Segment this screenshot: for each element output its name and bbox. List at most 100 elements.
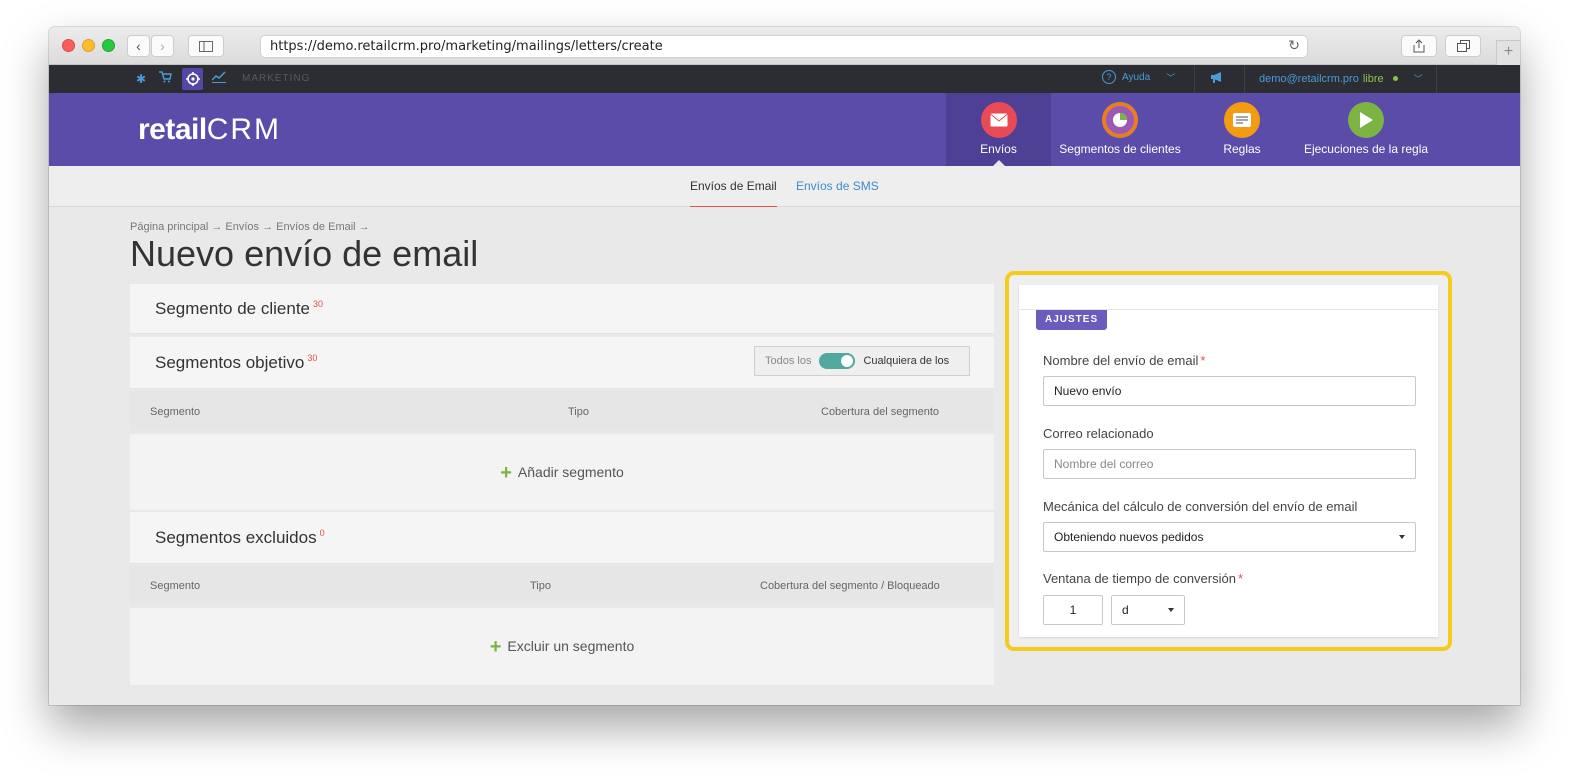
rules-icon	[1224, 102, 1260, 138]
browser-toolbar: ‹ › https://demo.retailcrm.pro/marketing…	[49, 27, 1520, 65]
conversion-mechanic-label: Mecánica del cálculo de conversión del e…	[1043, 499, 1358, 514]
toggle-knob	[841, 355, 854, 367]
toggle-off-label: Todos los	[765, 355, 812, 367]
column-header: Cobertura del segmento / Bloqueado	[760, 580, 940, 592]
pie-icon-svg	[1113, 113, 1127, 127]
logo-crm: CRM	[206, 113, 282, 146]
conversion-mechanic-select[interactable]: Obteniendo nuevos pedidos	[1043, 522, 1416, 552]
settings-badge: AJUSTES	[1036, 310, 1108, 330]
selected-value: Obteniendo nuevos pedidos	[1054, 530, 1204, 544]
tabs-icon	[1456, 40, 1470, 52]
conversion-window-input[interactable]: 1	[1043, 595, 1103, 625]
reload-icon[interactable]: ↻	[1288, 36, 1300, 57]
settings-highlight: AJUSTES Nombre del envío de email* Corre…	[1005, 271, 1452, 651]
match-mode-toggle[interactable]: Todos los Cualquiera de los	[754, 346, 970, 376]
required-asterisk: *	[1237, 571, 1244, 586]
excluded-segments-panel: Segmentos excluidos 0	[130, 512, 994, 564]
toggle-on-label: Cualquiera de los	[863, 355, 950, 367]
sub-navigation: Envíos de Email Envíos de SMS	[49, 166, 1520, 207]
app-topbar: ✱ MARKETING ? Ayuda ﹀ demo@retailcrm.pro…	[49, 65, 1520, 93]
nav-item-envios[interactable]: Envíos	[946, 93, 1051, 166]
column-header: Segmento	[150, 406, 201, 418]
user-email: demo@retailcrm.pro	[1259, 72, 1359, 85]
required-asterisk: *	[1200, 353, 1206, 368]
sidebar-toggle-button[interactable]	[188, 35, 224, 57]
excluded-table-header: Segmento Tipo Cobertura del segmento / B…	[130, 565, 994, 605]
new-tab-button[interactable]: +	[1496, 40, 1520, 65]
breadcrumb[interactable]: Página principal → Envíos → Envíos de Em…	[130, 221, 370, 233]
selected-unit: d	[1122, 603, 1129, 617]
add-segment-label: Añadir segmento	[517, 464, 624, 480]
user-menu[interactable]: demo@retailcrm.pro libre ﹀	[1259, 72, 1423, 85]
client-segment-panel: Segmento de cliente 30	[130, 284, 994, 334]
share-icon	[1413, 39, 1425, 53]
panel-title: Segmentos excluidos 0	[155, 528, 325, 548]
nav-label: Reglas	[1223, 142, 1261, 156]
cart-icon[interactable]	[157, 71, 173, 87]
related-mail-label: Correo relacionado	[1043, 426, 1154, 441]
back-button[interactable]: ‹	[127, 35, 150, 57]
panel-title-text: Segmento de cliente	[155, 299, 310, 318]
toggle-switch[interactable]	[819, 353, 856, 369]
status-dot	[1392, 76, 1398, 81]
megaphone-icon-svg	[1211, 72, 1221, 83]
close-window-button[interactable]	[62, 39, 75, 52]
play-icon	[1348, 102, 1384, 138]
label-text: Nombre del envío de email	[1043, 353, 1199, 368]
forward-button[interactable]: ›	[151, 35, 174, 57]
minimize-window-button[interactable]	[82, 39, 95, 52]
panel-title-text: Segmentos objetivo	[155, 353, 305, 372]
question-icon: ?	[1102, 70, 1116, 84]
column-header: Tipo	[530, 580, 551, 592]
user-plan: libre	[1362, 72, 1384, 85]
analytics-icon[interactable]	[211, 71, 227, 87]
column-header: Segmento	[150, 580, 201, 592]
count-badge: 30	[313, 299, 324, 310]
cart-icon-svg	[158, 71, 172, 83]
caret-down-icon	[1399, 535, 1405, 539]
help-label: Ayuda	[1122, 71, 1151, 83]
exclude-segment-label: Excluir un segmento	[507, 638, 635, 654]
address-bar[interactable]: https://demo.retailcrm.pro/marketing/mai…	[260, 35, 1308, 58]
target-segments-panel: Segmentos objetivo 30 Todos los Cualquier…	[130, 337, 994, 389]
tab-email-mailings[interactable]: Envíos de Email	[690, 179, 777, 207]
divider	[1436, 65, 1437, 93]
nav-label: Ejecuciones de la regla	[1303, 142, 1429, 156]
mailing-name-label: Nombre del envío de email *	[1043, 353, 1205, 368]
sidebar-icon	[199, 40, 213, 52]
play-icon-svg	[1360, 112, 1373, 128]
tabs-overview-button[interactable]	[1445, 35, 1481, 57]
gear-icon[interactable]: ✱	[133, 71, 149, 87]
target-table-header: Segmento Tipo Cobertura del segmento	[130, 391, 994, 431]
nav-label: Segmentos de clientes	[1059, 142, 1181, 156]
share-button[interactable]	[1401, 35, 1437, 57]
marketing-target-icon[interactable]	[182, 68, 203, 90]
add-segment-button[interactable]: + Añadir segmento	[500, 462, 624, 484]
add-segment-area: + Añadir segmento	[130, 434, 994, 510]
nav-item-reglas[interactable]: Reglas	[1209, 93, 1275, 166]
column-header: Cobertura del segmento	[821, 406, 940, 418]
exclude-segment-button[interactable]: + Excluir un segmento	[490, 636, 635, 658]
nav-item-segmentos[interactable]: Segmentos de clientes	[1053, 93, 1187, 166]
zoom-window-button[interactable]	[102, 39, 115, 52]
retailcrm-logo[interactable]: retailCRM	[138, 113, 281, 147]
exclude-segment-area: + Excluir un segmento	[130, 608, 994, 685]
section-label: MARKETING	[242, 73, 311, 84]
count-badge: 0	[319, 528, 325, 539]
help-menu[interactable]: ? Ayuda ﹀	[1102, 70, 1175, 84]
settings-card: AJUSTES Nombre del envío de email* Corre…	[1019, 285, 1438, 637]
caret-down-icon	[1168, 608, 1174, 612]
megaphone-icon[interactable]	[1210, 71, 1224, 86]
crosshair-icon	[185, 72, 200, 86]
divider	[1244, 65, 1245, 93]
divider	[1194, 65, 1195, 93]
plus-icon: +	[1503, 43, 1514, 60]
mailing-name-input[interactable]	[1043, 376, 1416, 406]
url-text: https://demo.retailcrm.pro/marketing/mai…	[270, 39, 663, 54]
tab-sms-mailings[interactable]: Envíos de SMS	[796, 179, 879, 193]
plus-icon: +	[500, 462, 512, 484]
conversion-window-unit-select[interactable]: d	[1111, 595, 1185, 625]
related-mail-input[interactable]	[1043, 449, 1416, 479]
count-badge: 30	[307, 353, 318, 364]
nav-item-ejecuciones[interactable]: Ejecuciones de la regla	[1300, 93, 1432, 166]
